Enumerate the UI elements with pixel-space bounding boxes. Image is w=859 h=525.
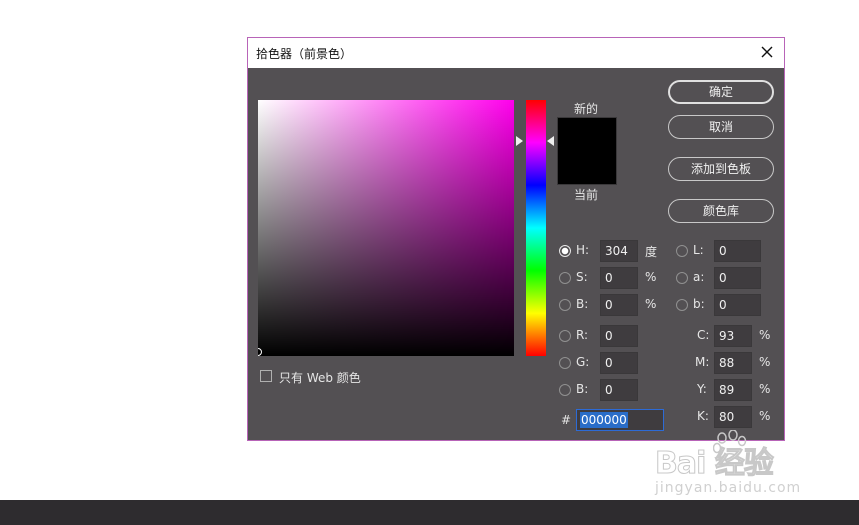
add-to-swatches-button[interactable]: 添加到色板 (668, 157, 774, 181)
baidu-watermark: Bai 经验 jingyan.baidu.com (655, 430, 815, 500)
radio-lab-b[interactable] (676, 299, 688, 311)
lab-b-input[interactable]: 0 (714, 294, 761, 316)
new-color-swatch (558, 118, 616, 152)
brightness-unit: % (645, 297, 657, 311)
hue-slider-handle-right[interactable] (547, 136, 554, 146)
black-label: K: (697, 409, 709, 423)
green-input[interactable]: 0 (600, 352, 638, 374)
yellow-label: Y: (697, 382, 707, 396)
saturation-input[interactable]: 0 (600, 267, 638, 289)
saturation-label: S: (576, 270, 588, 284)
ok-button[interactable]: 确定 (668, 80, 774, 104)
lab-b-label: b: (693, 297, 705, 311)
color-libraries-button[interactable]: 颜色库 (668, 199, 774, 223)
magenta-input[interactable]: 88 (714, 352, 752, 374)
red-input[interactable]: 0 (600, 325, 638, 347)
hue-unit: 度 (645, 245, 658, 259)
black-input[interactable]: 80 (714, 406, 752, 428)
radio-brightness[interactable] (559, 299, 571, 311)
watermark-url: jingyan.baidu.com (655, 480, 802, 496)
blue-input[interactable]: 0 (600, 379, 638, 401)
brightness-label: B: (576, 297, 589, 311)
green-label: G: (576, 355, 590, 369)
brightness-input[interactable]: 0 (600, 294, 638, 316)
radio-red[interactable] (559, 330, 571, 342)
yellow-input[interactable]: 89 (714, 379, 752, 401)
magenta-unit: % (759, 355, 771, 369)
lab-l-input[interactable]: 0 (714, 240, 761, 262)
lab-l-label: L: (693, 243, 704, 257)
cyan-label: C: (697, 328, 710, 342)
radio-lab-l[interactable] (676, 245, 688, 257)
yellow-unit: % (759, 382, 771, 396)
blue-label: B: (576, 382, 589, 396)
radio-blue[interactable] (559, 384, 571, 396)
hex-label: # (561, 413, 572, 427)
color-picker-dialog: 拾色器（前景色） 新的 当前 确定 取消 添加到色板 颜色库 H: 304 度 … (247, 37, 785, 441)
hue-slider-handle-left[interactable] (516, 136, 523, 146)
current-color-label: 当前 (574, 188, 599, 202)
radio-saturation[interactable] (559, 272, 571, 284)
hue-slider[interactable] (526, 100, 546, 356)
web-colors-only-checkbox[interactable] (260, 370, 272, 382)
color-preview (557, 117, 617, 185)
hex-input-selected-text: 000000 (580, 412, 628, 428)
dialog-title: 拾色器（前景色） (256, 47, 353, 61)
title-bar[interactable]: 拾色器（前景色） (248, 38, 784, 68)
close-icon[interactable] (756, 41, 778, 63)
current-color-swatch[interactable] (558, 152, 616, 184)
red-label: R: (576, 328, 589, 342)
watermark-main-text: Bai 经验 (655, 446, 775, 482)
radio-lab-a[interactable] (676, 272, 688, 284)
magenta-label: M: (695, 355, 710, 369)
bottom-bar (0, 500, 859, 525)
lab-a-input[interactable]: 0 (714, 267, 761, 289)
web-colors-only-label: 只有 Web 颜色 (279, 371, 361, 385)
saturation-unit: % (645, 270, 657, 284)
radio-hue[interactable] (559, 245, 571, 257)
cyan-input[interactable]: 93 (714, 325, 752, 347)
lab-a-label: a: (693, 270, 705, 284)
new-color-label: 新的 (574, 102, 599, 116)
hue-input[interactable]: 304 (600, 240, 638, 262)
cancel-button[interactable]: 取消 (668, 115, 774, 139)
black-unit: % (759, 409, 771, 423)
hue-label: H: (576, 243, 590, 257)
hex-input[interactable]: 000000 (576, 409, 664, 431)
cyan-unit: % (759, 328, 771, 342)
radio-green[interactable] (559, 357, 571, 369)
color-field[interactable] (258, 100, 514, 356)
color-field-brightness (258, 100, 514, 356)
